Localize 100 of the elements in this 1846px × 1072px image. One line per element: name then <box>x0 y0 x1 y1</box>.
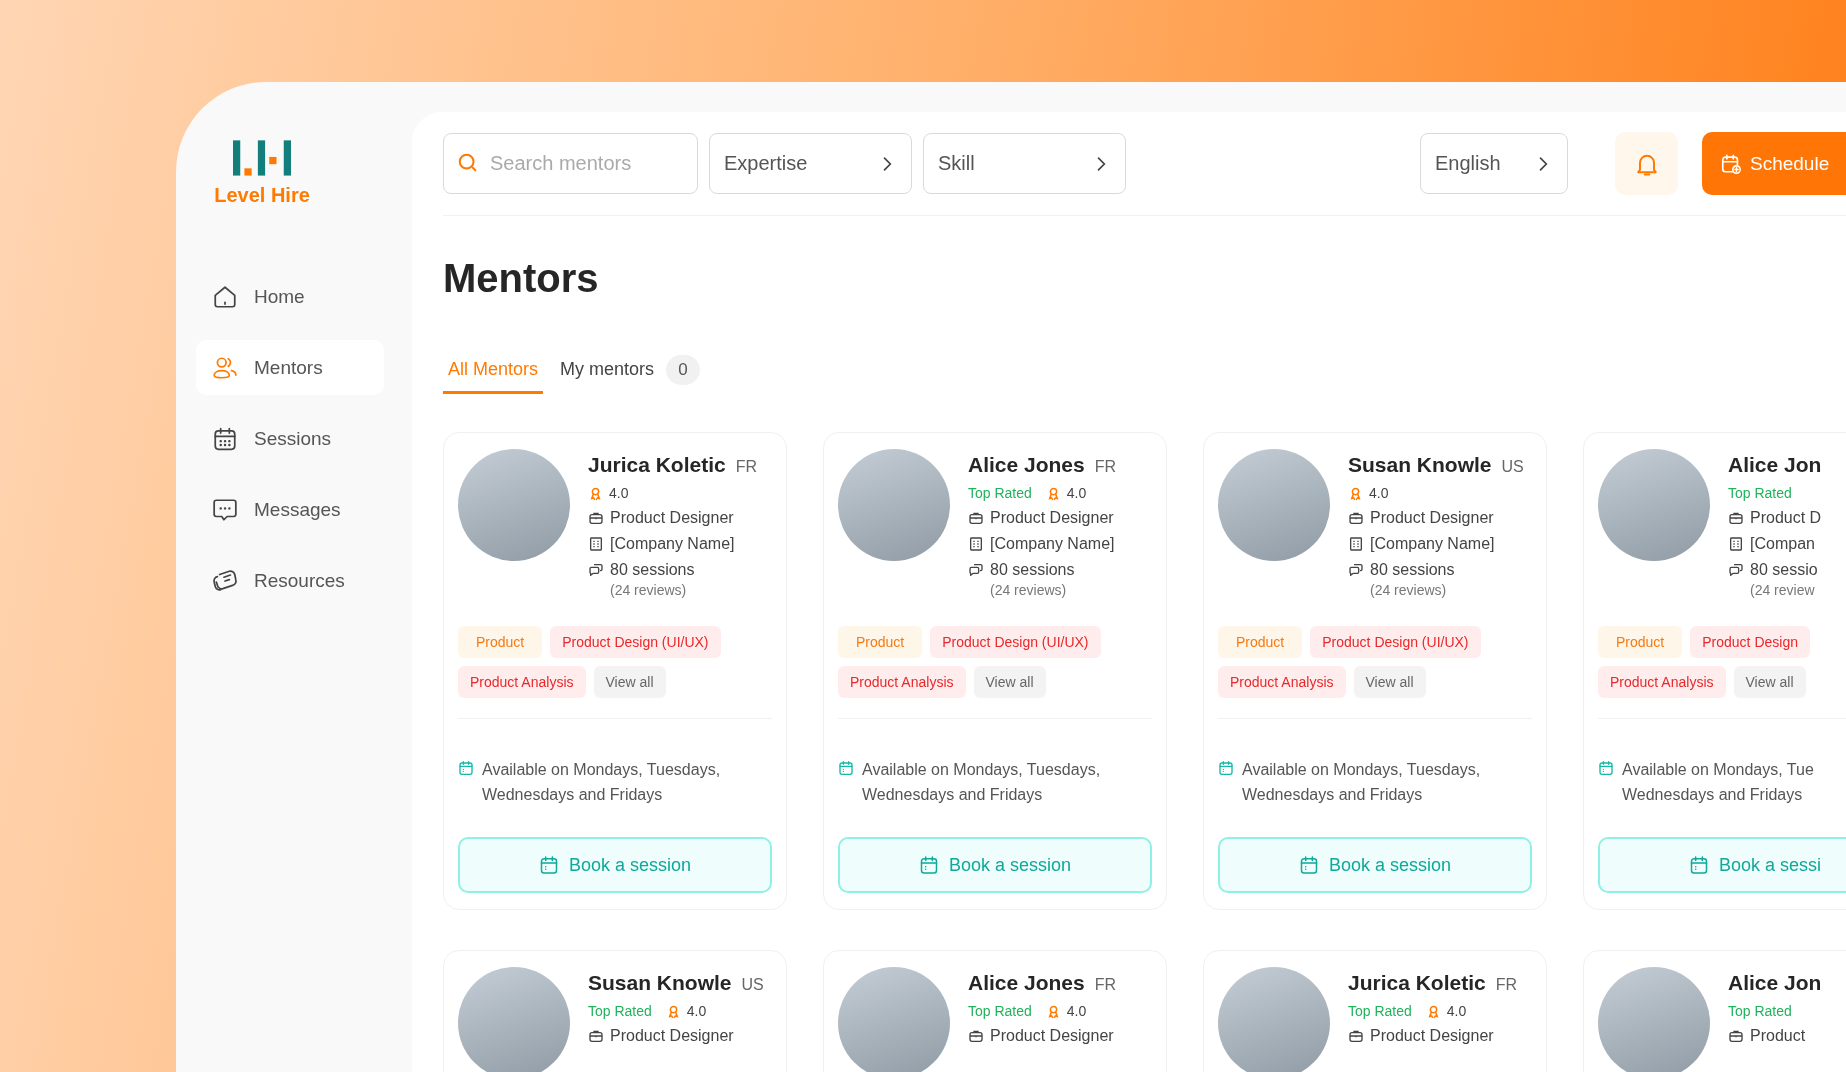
filter-dropdown[interactable]: Expertise <box>709 133 912 194</box>
briefcase-icon <box>1348 510 1364 526</box>
calendar-icon <box>538 855 559 875</box>
calendar-icon <box>1688 855 1709 875</box>
rating-value: 4.0 <box>1369 485 1389 501</box>
mentor-name: Alice Jon <box>1728 453 1822 477</box>
rating-value: 4.0 <box>686 1003 707 1019</box>
mentor-name: Jurica Koletic <box>1348 971 1486 995</box>
chat-icon <box>212 496 238 523</box>
calendar-icon <box>918 855 939 875</box>
skill-tag: Product Analysis <box>838 666 966 698</box>
book-session-button[interactable]: Book a session <box>458 837 772 893</box>
job-title: Product Designer <box>990 509 1114 527</box>
book-session-button[interactable]: Book a session <box>1218 837 1532 893</box>
availability-text: Available on Mondays, Tuesdays, Wednesdays and Fridays <box>1242 760 1481 805</box>
briefcase-icon <box>1728 510 1744 526</box>
top-rated-label: Top Rated <box>968 1003 1032 1019</box>
briefcase-icon <box>588 510 604 526</box>
review-count: (24 reviews) <box>1369 582 1448 598</box>
briefcase-icon <box>1728 1028 1744 1044</box>
page-title: Mentors <box>443 255 600 302</box>
session-count: 80 sessions <box>990 561 1075 579</box>
sidebar-item[interactable]: Mentors <box>196 340 384 395</box>
job-title: Product Designer <box>610 509 734 527</box>
session-count: 80 sessions <box>610 561 695 579</box>
calendar-icon <box>1298 855 1319 875</box>
filter-dropdown[interactable]: Skill <box>923 133 1126 194</box>
chat-bubbles-icon <box>588 562 604 578</box>
session-count: 80 sessio <box>1750 561 1818 579</box>
view-all-link[interactable]: View all <box>593 666 666 698</box>
count-badge: 0 <box>666 354 701 385</box>
rating-value: 4.0 <box>1066 1003 1087 1019</box>
sidebar-item[interactable]: Resources <box>196 553 384 608</box>
briefcase-icon <box>968 1028 984 1044</box>
calendar-icon <box>212 425 238 452</box>
building-icon <box>968 536 984 552</box>
country-code: US <box>741 976 764 994</box>
mentor-name: Jurica Koletic <box>588 453 726 477</box>
country-code: FR <box>1495 976 1518 994</box>
country-code: US <box>1501 458 1524 476</box>
search-icon <box>457 152 479 174</box>
country-code: FR <box>1094 976 1117 994</box>
chat-bubbles-icon <box>968 562 984 578</box>
people-icon <box>212 354 238 381</box>
calendar-icon <box>838 760 854 776</box>
skill-tag: Product Design (UI/UX) <box>930 626 1101 658</box>
building-icon <box>1728 536 1744 552</box>
calendar-icon <box>1218 760 1234 776</box>
calendar-plus-icon <box>1720 152 1742 175</box>
skill-tag: Product <box>838 626 923 658</box>
sidebar-item[interactable]: Messages <box>196 482 384 537</box>
brand-name: Level Hire <box>214 184 310 207</box>
sidebar-item[interactable]: Sessions <box>196 411 384 466</box>
book-session-button[interactable]: Book a sessi <box>1598 837 1846 893</box>
building-icon <box>1348 536 1364 552</box>
top-rated-label: Top Rated <box>968 485 1032 501</box>
availability-text: Available on Mondays, Tuesdays, Wednesdays and Fridays <box>482 760 721 805</box>
company-name: [Company Name] <box>610 535 735 553</box>
top-rated-label: Top Rated <box>1348 1003 1412 1019</box>
mentor-name: Alice Jon <box>1728 971 1822 995</box>
briefcase-icon <box>968 510 984 526</box>
notification-button[interactable] <box>1615 132 1678 195</box>
availability-text: Available on Mondays, Tuesdays, Wednesdays and Fridays <box>862 760 1101 805</box>
job-title: Product D <box>1750 509 1822 527</box>
book-session-button[interactable]: Book a session <box>838 837 1152 893</box>
top-rated-label: Top Rated <box>1728 1003 1792 1019</box>
view-all-link[interactable]: View all <box>973 666 1046 698</box>
search-field[interactable]: Search mentors <box>443 133 698 194</box>
skill-tag: Product <box>458 626 543 658</box>
sidebar-item[interactable]: Home <box>196 269 384 324</box>
calendar-icon <box>458 760 474 776</box>
top-rated-label: Top Rated <box>1728 485 1792 501</box>
company-name: [Compan <box>1750 535 1815 553</box>
job-title: Product Designer <box>990 1027 1114 1045</box>
skill-tag: Product <box>1598 626 1683 658</box>
briefcase-icon <box>588 1028 604 1044</box>
company-name: [Company Name] <box>1370 535 1495 553</box>
document-icon <box>212 567 238 594</box>
view-all-link[interactable]: View all <box>1353 666 1426 698</box>
tab[interactable]: My mentors 0 <box>555 348 706 394</box>
logo-icon <box>233 140 291 178</box>
skill-tag: Product Design (UI/UX) <box>550 626 721 658</box>
review-count: (24 review <box>1749 582 1816 598</box>
session-count: 80 sessions <box>1370 561 1455 579</box>
mentor-name: Alice Jones <box>968 971 1085 995</box>
calendar-icon <box>1598 760 1614 776</box>
rating-value: 4.0 <box>1446 1003 1467 1019</box>
view-all-link[interactable]: View all <box>1733 666 1806 698</box>
country-code: FR <box>735 458 758 476</box>
availability-text: Available on Mondays, Tue Wednesdays and Fridays <box>1622 760 1814 805</box>
mentor-name: Alice Jones <box>968 453 1085 477</box>
review-count: (24 reviews) <box>989 582 1068 598</box>
award-icon <box>588 485 603 501</box>
chat-bubbles-icon <box>1728 562 1744 578</box>
award-icon <box>1348 485 1363 501</box>
skill-tag: Product Design <box>1690 626 1810 658</box>
top-rated-label: Top Rated <box>588 1003 652 1019</box>
job-title: Product Designer <box>1370 509 1494 527</box>
job-title: Product <box>1750 1027 1806 1045</box>
language-dropdown[interactable]: English <box>1420 133 1568 194</box>
